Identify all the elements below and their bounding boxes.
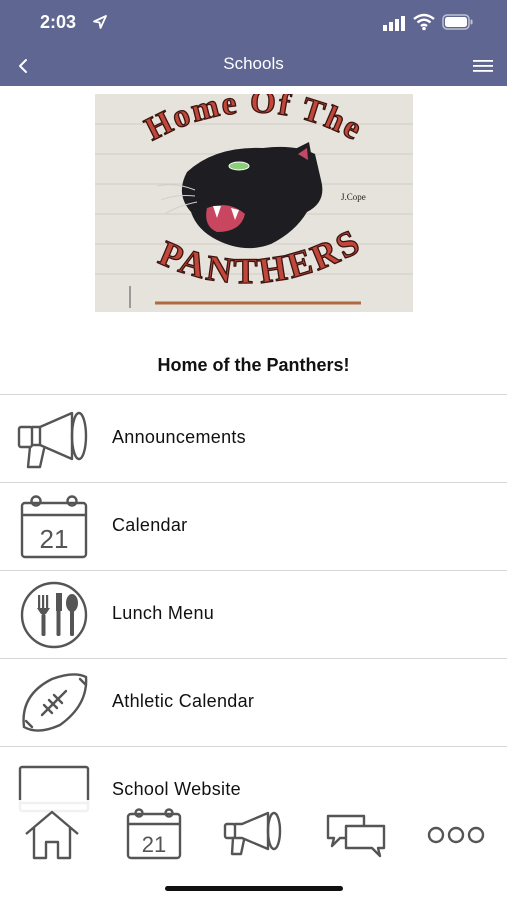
signal-icon <box>383 16 405 31</box>
page-title: Schools <box>223 54 284 73</box>
menu-item-label: School Website <box>112 779 241 799</box>
welcome-headline: Home of the Panthers! <box>157 355 350 375</box>
menu-item-label: Announcements <box>112 427 246 447</box>
bottom-tab-bar: 21 <box>0 800 507 900</box>
battery-icon <box>442 14 473 30</box>
chat-bubbles-tab-icon[interactable] <box>324 808 388 860</box>
menu-list: Announcements 21 Calendar Lunch Menu Ath… <box>0 394 507 834</box>
menu-item-lunch-menu[interactable]: Lunch Menu <box>0 570 507 658</box>
menu-item-label: Calendar <box>112 515 188 535</box>
status-bar: 2:03 <box>0 0 507 46</box>
calendar-icon: 21 <box>20 495 88 559</box>
location-arrow-icon <box>93 15 107 29</box>
calendar-day-number: 21 <box>40 524 69 554</box>
menu-item-calendar[interactable]: 21 Calendar <box>0 482 507 570</box>
menu-item-label: Athletic Calendar <box>112 691 255 711</box>
hero-signature: J.Cope <box>341 192 366 202</box>
calendar-tab-icon[interactable]: 21 <box>122 808 186 860</box>
menu-item-label: Lunch Menu <box>112 603 215 623</box>
megaphone-tab-icon[interactable] <box>222 808 286 860</box>
home-tab-icon[interactable] <box>20 808 84 860</box>
wifi-icon <box>413 13 435 31</box>
hero-image: Home Of The PANTHERS J.Cope <box>95 94 413 312</box>
hamburger-menu-icon[interactable] <box>470 55 496 77</box>
menu-item-announcements[interactable]: Announcements <box>0 394 507 482</box>
megaphone-icon <box>17 411 88 469</box>
nav-bar: Schools <box>0 46 507 86</box>
utensils-icon <box>20 581 88 649</box>
football-icon <box>22 673 88 732</box>
menu-item-athletic-calendar[interactable]: Athletic Calendar <box>0 658 507 746</box>
tab-calendar-day: 21 <box>142 832 166 857</box>
home-indicator <box>165 886 343 891</box>
more-tab-icon[interactable] <box>424 808 488 860</box>
status-time: 2:03 <box>40 12 77 32</box>
